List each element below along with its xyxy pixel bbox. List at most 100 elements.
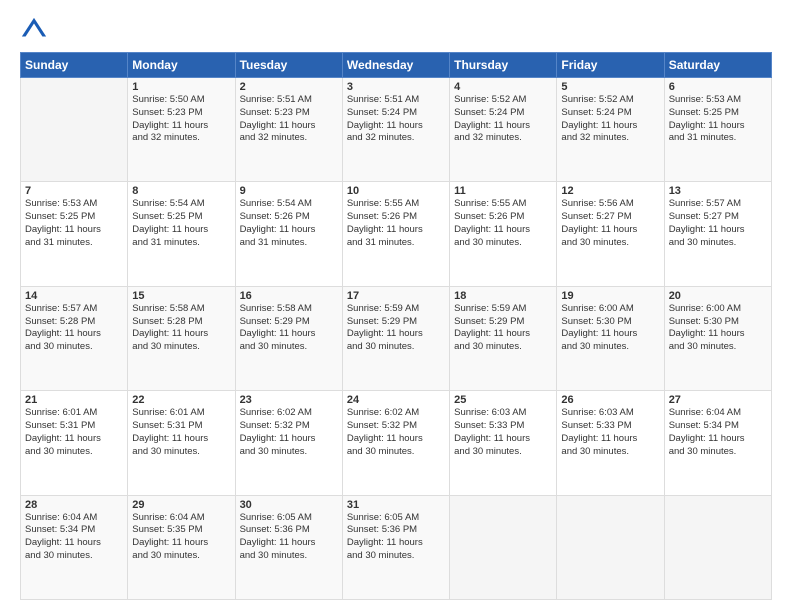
header-cell-friday: Friday — [557, 53, 664, 78]
day-cell: 22Sunrise: 6:01 AM Sunset: 5:31 PM Dayli… — [128, 391, 235, 495]
day-info: Sunrise: 6:04 AM Sunset: 5:34 PM Dayligh… — [25, 512, 123, 563]
day-number: 1 — [132, 81, 230, 93]
week-row-1: 1Sunrise: 5:50 AM Sunset: 5:23 PM Daylig… — [21, 78, 772, 182]
day-number: 25 — [454, 394, 552, 406]
day-cell: 7Sunrise: 5:53 AM Sunset: 5:25 PM Daylig… — [21, 182, 128, 286]
day-cell: 17Sunrise: 5:59 AM Sunset: 5:29 PM Dayli… — [342, 286, 449, 390]
day-info: Sunrise: 5:54 AM Sunset: 5:25 PM Dayligh… — [132, 198, 230, 249]
day-info: Sunrise: 6:00 AM Sunset: 5:30 PM Dayligh… — [561, 303, 659, 354]
day-cell: 13Sunrise: 5:57 AM Sunset: 5:27 PM Dayli… — [664, 182, 771, 286]
day-number: 3 — [347, 81, 445, 93]
logo-icon — [20, 16, 48, 44]
day-number: 13 — [669, 185, 767, 197]
day-cell: 31Sunrise: 6:05 AM Sunset: 5:36 PM Dayli… — [342, 495, 449, 599]
week-row-5: 28Sunrise: 6:04 AM Sunset: 5:34 PM Dayli… — [21, 495, 772, 599]
day-info: Sunrise: 6:02 AM Sunset: 5:32 PM Dayligh… — [240, 407, 338, 458]
day-info: Sunrise: 6:02 AM Sunset: 5:32 PM Dayligh… — [347, 407, 445, 458]
day-number: 23 — [240, 394, 338, 406]
calendar-table: SundayMondayTuesdayWednesdayThursdayFrid… — [20, 52, 772, 600]
header-cell-saturday: Saturday — [664, 53, 771, 78]
day-info: Sunrise: 5:55 AM Sunset: 5:26 PM Dayligh… — [347, 198, 445, 249]
day-cell: 4Sunrise: 5:52 AM Sunset: 5:24 PM Daylig… — [450, 78, 557, 182]
day-number: 20 — [669, 290, 767, 302]
day-number: 6 — [669, 81, 767, 93]
day-cell — [21, 78, 128, 182]
header-cell-wednesday: Wednesday — [342, 53, 449, 78]
week-row-3: 14Sunrise: 5:57 AM Sunset: 5:28 PM Dayli… — [21, 286, 772, 390]
day-info: Sunrise: 6:03 AM Sunset: 5:33 PM Dayligh… — [561, 407, 659, 458]
day-number: 2 — [240, 81, 338, 93]
day-number: 7 — [25, 185, 123, 197]
day-cell: 20Sunrise: 6:00 AM Sunset: 5:30 PM Dayli… — [664, 286, 771, 390]
day-number: 8 — [132, 185, 230, 197]
day-cell: 5Sunrise: 5:52 AM Sunset: 5:24 PM Daylig… — [557, 78, 664, 182]
day-cell: 28Sunrise: 6:04 AM Sunset: 5:34 PM Dayli… — [21, 495, 128, 599]
day-cell: 1Sunrise: 5:50 AM Sunset: 5:23 PM Daylig… — [128, 78, 235, 182]
day-number: 16 — [240, 290, 338, 302]
day-info: Sunrise: 5:56 AM Sunset: 5:27 PM Dayligh… — [561, 198, 659, 249]
day-info: Sunrise: 5:50 AM Sunset: 5:23 PM Dayligh… — [132, 94, 230, 145]
header-cell-monday: Monday — [128, 53, 235, 78]
day-number: 12 — [561, 185, 659, 197]
day-number: 29 — [132, 499, 230, 511]
day-number: 4 — [454, 81, 552, 93]
week-row-2: 7Sunrise: 5:53 AM Sunset: 5:25 PM Daylig… — [21, 182, 772, 286]
day-cell: 25Sunrise: 6:03 AM Sunset: 5:33 PM Dayli… — [450, 391, 557, 495]
day-info: Sunrise: 5:52 AM Sunset: 5:24 PM Dayligh… — [454, 94, 552, 145]
day-info: Sunrise: 5:55 AM Sunset: 5:26 PM Dayligh… — [454, 198, 552, 249]
day-cell: 27Sunrise: 6:04 AM Sunset: 5:34 PM Dayli… — [664, 391, 771, 495]
day-cell: 12Sunrise: 5:56 AM Sunset: 5:27 PM Dayli… — [557, 182, 664, 286]
day-number: 5 — [561, 81, 659, 93]
day-number: 21 — [25, 394, 123, 406]
day-cell: 26Sunrise: 6:03 AM Sunset: 5:33 PM Dayli… — [557, 391, 664, 495]
day-number: 11 — [454, 185, 552, 197]
day-cell: 30Sunrise: 6:05 AM Sunset: 5:36 PM Dayli… — [235, 495, 342, 599]
day-cell: 21Sunrise: 6:01 AM Sunset: 5:31 PM Dayli… — [21, 391, 128, 495]
day-number: 17 — [347, 290, 445, 302]
day-info: Sunrise: 6:01 AM Sunset: 5:31 PM Dayligh… — [132, 407, 230, 458]
day-info: Sunrise: 6:03 AM Sunset: 5:33 PM Dayligh… — [454, 407, 552, 458]
day-info: Sunrise: 5:57 AM Sunset: 5:27 PM Dayligh… — [669, 198, 767, 249]
header-cell-thursday: Thursday — [450, 53, 557, 78]
day-info: Sunrise: 5:58 AM Sunset: 5:29 PM Dayligh… — [240, 303, 338, 354]
day-number: 27 — [669, 394, 767, 406]
day-cell: 19Sunrise: 6:00 AM Sunset: 5:30 PM Dayli… — [557, 286, 664, 390]
day-info: Sunrise: 5:54 AM Sunset: 5:26 PM Dayligh… — [240, 198, 338, 249]
day-cell: 3Sunrise: 5:51 AM Sunset: 5:24 PM Daylig… — [342, 78, 449, 182]
day-number: 10 — [347, 185, 445, 197]
day-cell — [450, 495, 557, 599]
day-number: 28 — [25, 499, 123, 511]
day-number: 14 — [25, 290, 123, 302]
day-info: Sunrise: 6:04 AM Sunset: 5:34 PM Dayligh… — [669, 407, 767, 458]
day-cell: 23Sunrise: 6:02 AM Sunset: 5:32 PM Dayli… — [235, 391, 342, 495]
day-info: Sunrise: 5:51 AM Sunset: 5:23 PM Dayligh… — [240, 94, 338, 145]
day-cell: 29Sunrise: 6:04 AM Sunset: 5:35 PM Dayli… — [128, 495, 235, 599]
day-info: Sunrise: 5:59 AM Sunset: 5:29 PM Dayligh… — [347, 303, 445, 354]
logo — [20, 16, 52, 44]
day-cell: 2Sunrise: 5:51 AM Sunset: 5:23 PM Daylig… — [235, 78, 342, 182]
day-cell: 11Sunrise: 5:55 AM Sunset: 5:26 PM Dayli… — [450, 182, 557, 286]
day-number: 30 — [240, 499, 338, 511]
day-cell: 9Sunrise: 5:54 AM Sunset: 5:26 PM Daylig… — [235, 182, 342, 286]
day-number: 26 — [561, 394, 659, 406]
day-info: Sunrise: 6:04 AM Sunset: 5:35 PM Dayligh… — [132, 512, 230, 563]
day-info: Sunrise: 6:01 AM Sunset: 5:31 PM Dayligh… — [25, 407, 123, 458]
day-info: Sunrise: 5:57 AM Sunset: 5:28 PM Dayligh… — [25, 303, 123, 354]
day-info: Sunrise: 6:05 AM Sunset: 5:36 PM Dayligh… — [347, 512, 445, 563]
day-cell: 6Sunrise: 5:53 AM Sunset: 5:25 PM Daylig… — [664, 78, 771, 182]
header-cell-sunday: Sunday — [21, 53, 128, 78]
day-info: Sunrise: 5:53 AM Sunset: 5:25 PM Dayligh… — [25, 198, 123, 249]
day-number: 22 — [132, 394, 230, 406]
day-info: Sunrise: 5:59 AM Sunset: 5:29 PM Dayligh… — [454, 303, 552, 354]
day-cell: 16Sunrise: 5:58 AM Sunset: 5:29 PM Dayli… — [235, 286, 342, 390]
day-info: Sunrise: 5:53 AM Sunset: 5:25 PM Dayligh… — [669, 94, 767, 145]
day-number: 15 — [132, 290, 230, 302]
day-number: 24 — [347, 394, 445, 406]
week-row-4: 21Sunrise: 6:01 AM Sunset: 5:31 PM Dayli… — [21, 391, 772, 495]
day-cell: 8Sunrise: 5:54 AM Sunset: 5:25 PM Daylig… — [128, 182, 235, 286]
header — [20, 16, 772, 44]
header-cell-tuesday: Tuesday — [235, 53, 342, 78]
day-number: 9 — [240, 185, 338, 197]
day-cell — [664, 495, 771, 599]
day-info: Sunrise: 5:58 AM Sunset: 5:28 PM Dayligh… — [132, 303, 230, 354]
